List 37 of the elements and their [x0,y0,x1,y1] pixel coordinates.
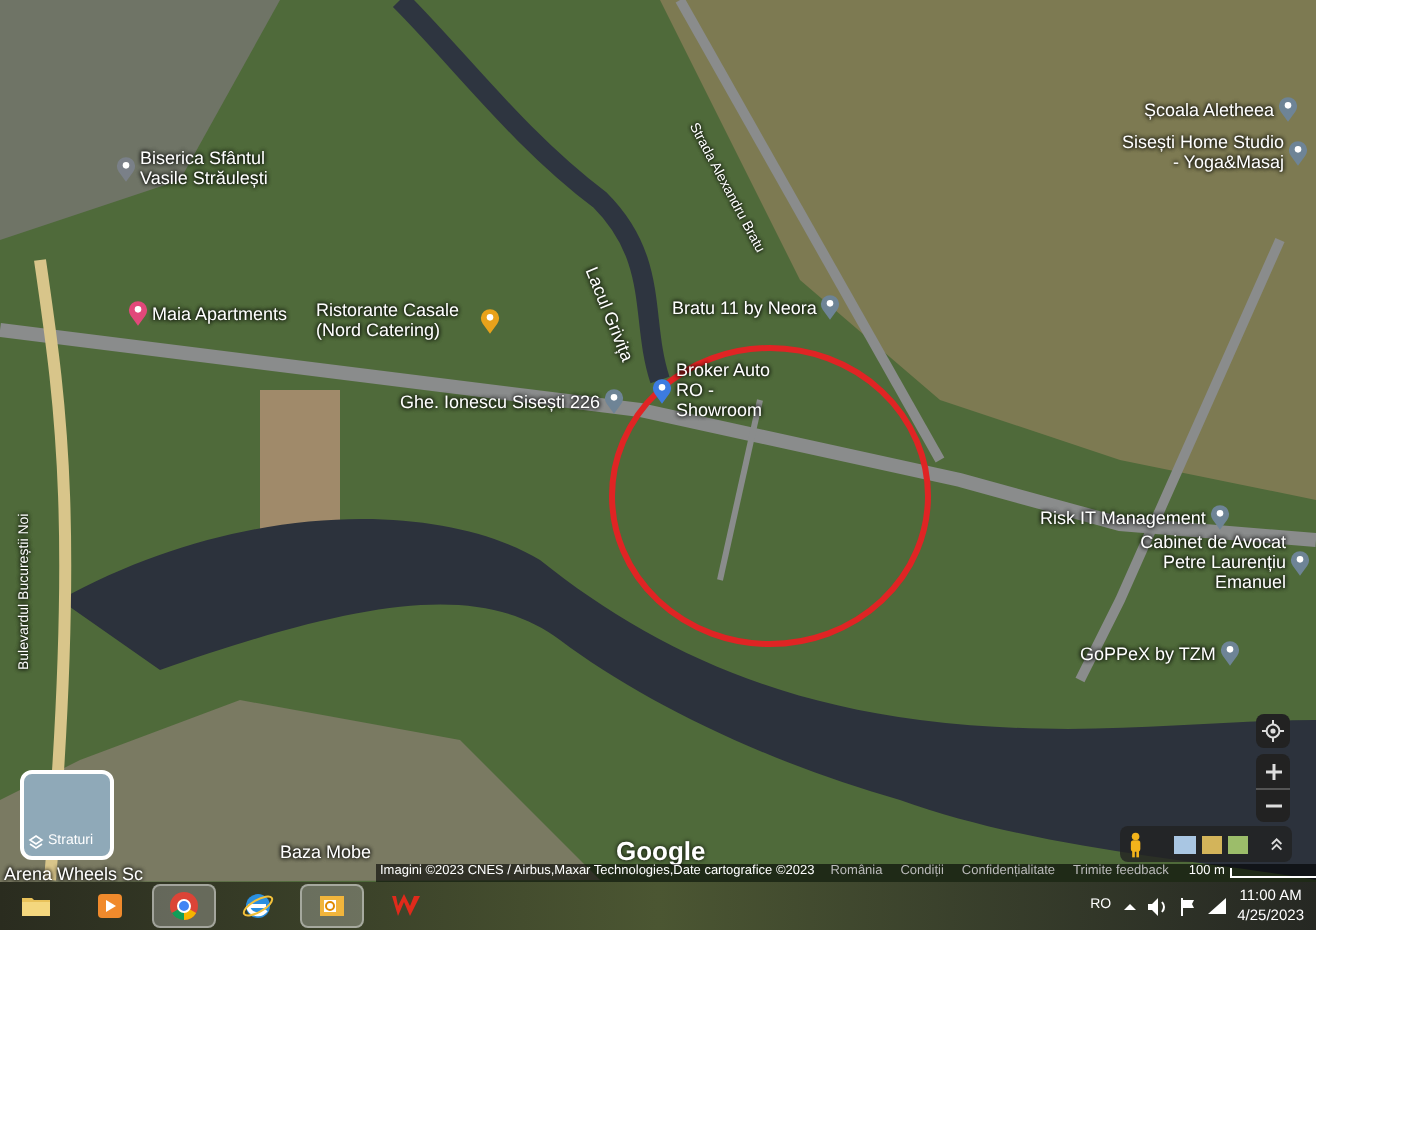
expand-chevron-icon[interactable] [1270,836,1285,852]
map-view-thumbnail[interactable] [1174,835,1196,853]
satellite-view-thumbnail[interactable] [1227,835,1249,853]
place-label[interactable]: Sisești Home Studio - Yoga&Masaj [1120,132,1284,172]
place-label[interactable]: GoPPeX by TZM [1080,643,1216,663]
map-pin-icon[interactable] [128,300,148,326]
place-label[interactable]: Baza Mobe [280,842,372,862]
pegman-icon[interactable] [1128,831,1144,857]
terrain-view-thumbnail[interactable] [1201,835,1222,853]
place-label[interactable]: Risk IT Management [1040,507,1206,527]
scale-bar-icon [1230,868,1316,878]
mail-app-icon [316,890,348,922]
map-pin-icon[interactable] [820,294,841,320]
location-target-icon [1262,720,1284,742]
tray-arrow-icon[interactable] [1123,901,1136,911]
map-pin-icon[interactable] [604,388,625,414]
place-label[interactable]: Bratu 11 by Neora [672,297,817,317]
map-pin-icon[interactable] [1219,640,1240,666]
speaker-icon[interactable] [1147,897,1168,915]
place-label[interactable]: Cabinet de Avocat Petre Laurențiu Emanuel [1106,532,1286,592]
e-browser-icon [242,890,274,922]
place-label[interactable]: Biserica Sfântul Vasile Străulești [140,148,280,188]
layers-icon [28,833,44,850]
place-label[interactable]: Ristorante Casale (Nord Catering) [316,300,476,340]
browser-icon [168,890,200,922]
lake-label: Lacul Grivița [581,264,638,365]
taskbar-button[interactable] [300,884,364,928]
map-pin-icon[interactable] [480,307,500,333]
map-pin-icon[interactable] [1209,504,1230,530]
plus-icon [1265,763,1281,779]
flag-icon[interactable] [1179,897,1196,915]
map-pin-icon[interactable] [1290,549,1310,575]
signal-icon[interactable] [1207,898,1226,914]
play-icon [94,890,126,922]
map-pin-icon[interactable] [652,377,672,403]
place-label[interactable]: Școala Aletheea [1144,99,1275,119]
my-location-button[interactable] [1256,714,1290,748]
